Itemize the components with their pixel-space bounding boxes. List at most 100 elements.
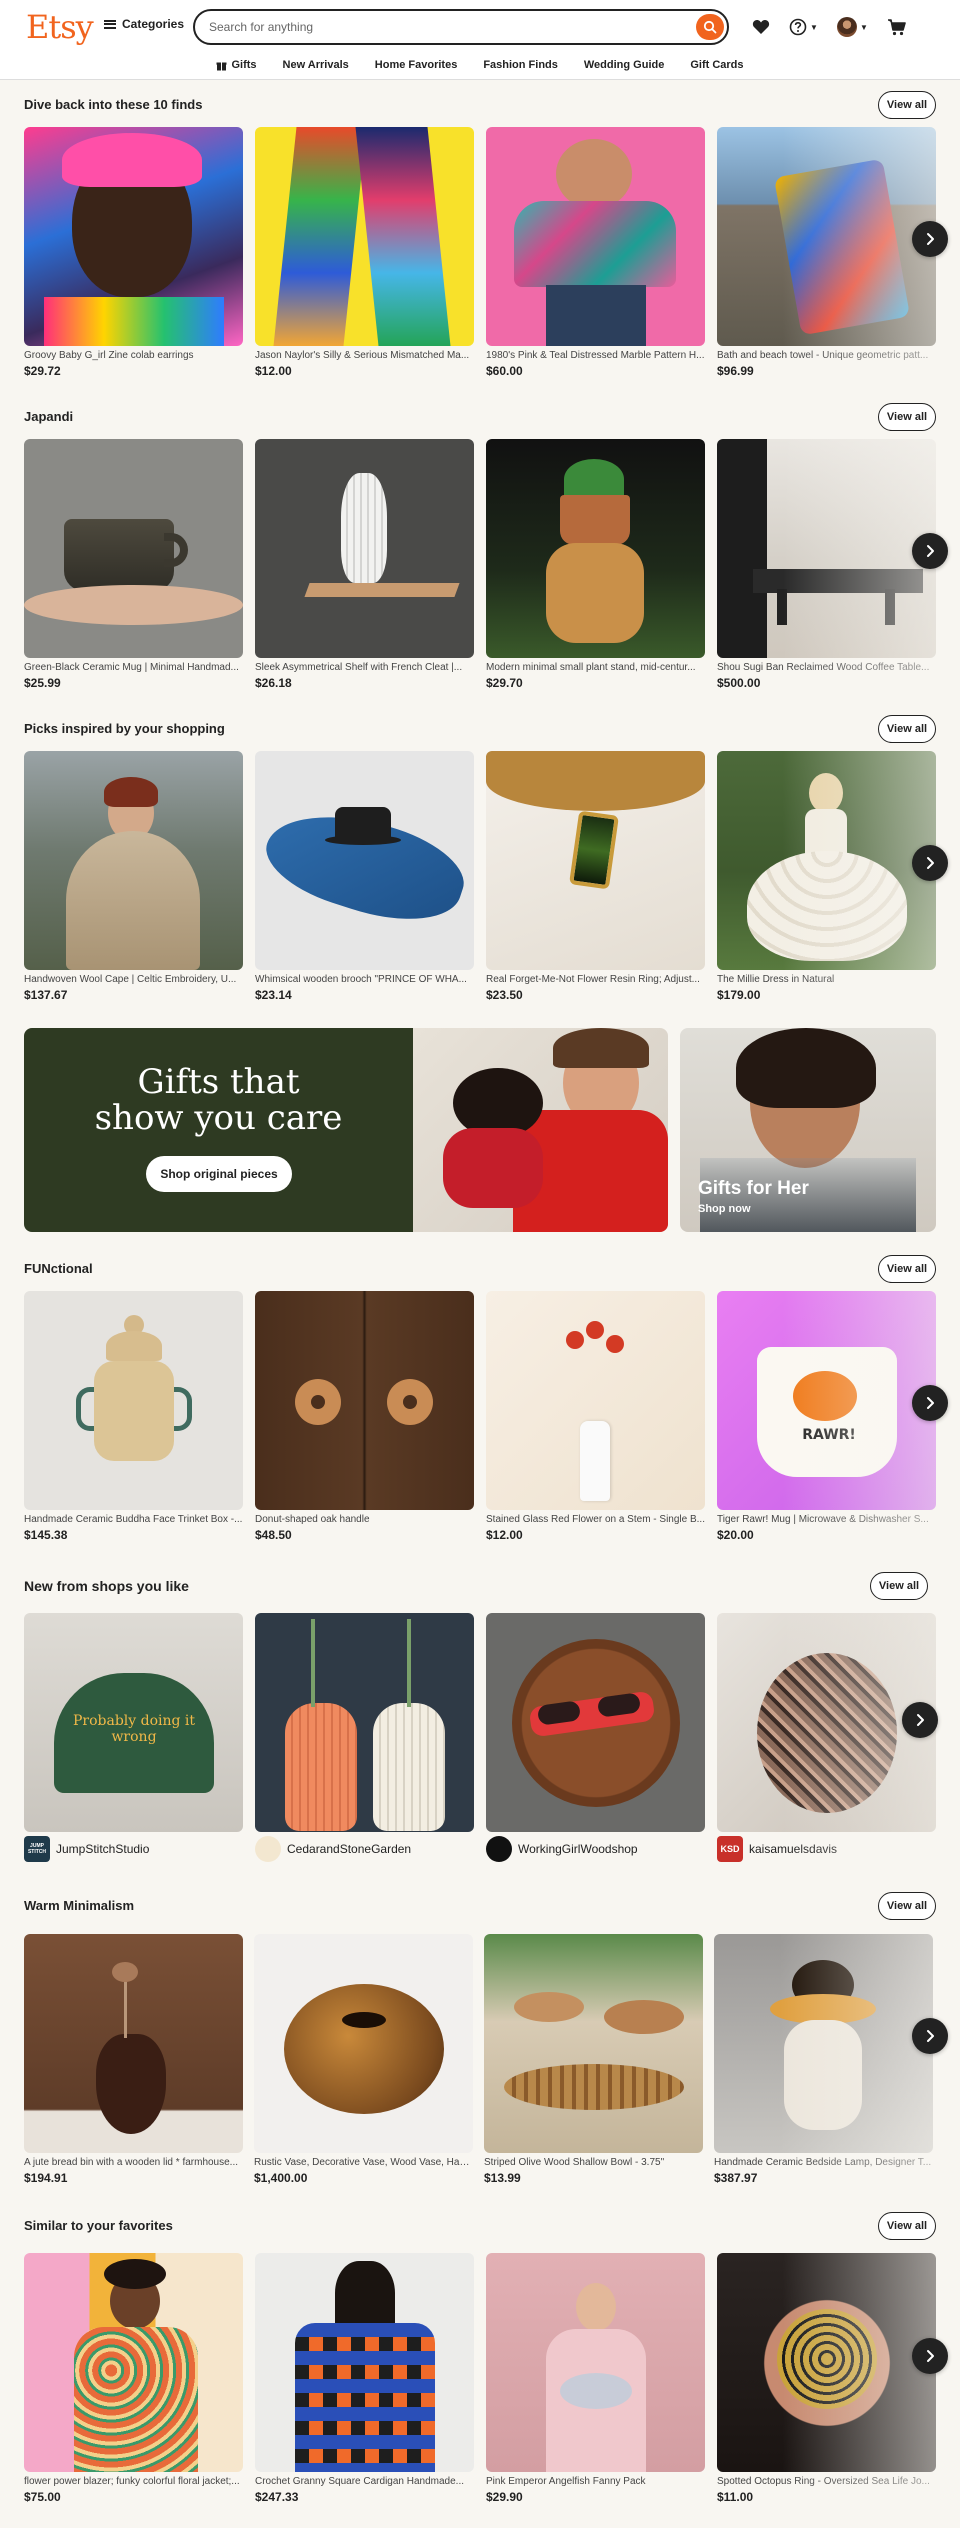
product-price: $20.00 — [717, 1528, 754, 1542]
product-image — [714, 1934, 933, 2153]
product-card[interactable]: Jason Naylor's Silly & Serious Mismatche… — [255, 127, 474, 378]
view-all-button[interactable]: View all — [878, 403, 936, 431]
shop-card[interactable]: KSD kaisamuelsdavis — [717, 1613, 936, 1862]
carousel-next-button[interactable] — [912, 1385, 948, 1421]
product-card[interactable]: The Millie Dress in Natural $179.00 — [717, 751, 936, 1002]
category-nav: Gifts New Arrivals Home Favorites Fashio… — [0, 54, 960, 76]
shop-card[interactable]: WorkingGirlWoodshop — [486, 1613, 705, 1862]
product-price: $179.00 — [717, 988, 761, 1002]
product-card[interactable]: Modern minimal small plant stand, mid-ce… — [486, 439, 705, 690]
product-card[interactable]: flower power blazer; funky colorful flor… — [24, 2253, 243, 2504]
section-title: Similar to your favorites — [24, 2218, 173, 2233]
nav-gifts-label: Gifts — [231, 59, 257, 71]
product-card[interactable]: Donut-shaped oak handle $48.50 — [255, 1291, 474, 1542]
product-price: $48.50 — [255, 1528, 292, 1542]
shop-avatar: JUMP STITCH — [24, 1836, 50, 1862]
nav-gift-cards[interactable]: Gift Cards — [690, 54, 743, 76]
section-title: FUNctional — [24, 1261, 93, 1276]
product-image — [24, 439, 243, 658]
product-card[interactable]: Handmade Ceramic Bedside Lamp, Designer … — [714, 1934, 933, 2185]
view-all-button[interactable]: View all — [870, 1572, 928, 1600]
shop-original-pieces-button[interactable]: Shop original pieces — [146, 1156, 292, 1192]
shop-card[interactable]: CedarandStoneGarden — [255, 1613, 474, 1862]
product-price: $29.90 — [486, 2490, 523, 2504]
product-image — [717, 127, 936, 346]
nav-wedding-guide[interactable]: Wedding Guide — [584, 54, 664, 76]
product-image — [24, 1934, 243, 2153]
product-card[interactable]: A jute bread bin with a wooden lid * far… — [24, 1934, 243, 2185]
product-title: Handwoven Wool Cape | Celtic Embroidery,… — [24, 974, 237, 985]
product-price: $29.72 — [24, 364, 61, 378]
product-price: $12.00 — [255, 364, 292, 378]
product-image — [254, 1934, 473, 2153]
carousel-next-button[interactable] — [912, 221, 948, 257]
search-button[interactable] — [696, 14, 724, 40]
product-image — [24, 2253, 243, 2472]
gifts-banner[interactable]: Gifts that show you care Shop original p… — [24, 1028, 668, 1232]
carousel-next-button[interactable] — [912, 2338, 948, 2374]
product-card[interactable]: Spotted Octopus Ring - Oversized Sea Lif… — [717, 2253, 936, 2504]
product-image — [486, 751, 705, 970]
product-card[interactable]: Groovy Baby G_irl Zine colab earrings $2… — [24, 127, 243, 378]
help-button[interactable]: ▼ — [789, 15, 818, 39]
carousel-next-button[interactable] — [912, 533, 948, 569]
view-all-button[interactable]: View all — [878, 1255, 936, 1283]
product-price: $23.14 — [255, 988, 292, 1002]
search-input[interactable] — [209, 18, 679, 36]
product-card[interactable]: Pink Emperor Angelfish Fanny Pack $29.90 — [486, 2253, 705, 2504]
nav-gifts[interactable]: Gifts — [216, 54, 257, 76]
product-card[interactable]: Crochet Granny Square Cardigan Handmade.… — [255, 2253, 474, 2504]
product-title: Spotted Octopus Ring - Oversized Sea Lif… — [717, 2476, 930, 2487]
chevron-right-icon — [917, 1714, 924, 1726]
nav-new-arrivals[interactable]: New Arrivals — [283, 54, 349, 76]
view-all-button[interactable]: View all — [878, 91, 936, 119]
product-price: $194.91 — [24, 2171, 68, 2185]
product-card[interactable]: Rustic Vase, Decorative Vase, Wood Vase,… — [254, 1934, 473, 2185]
nav-home-favorites[interactable]: Home Favorites — [375, 54, 458, 76]
product-card[interactable]: Handwoven Wool Cape | Celtic Embroidery,… — [24, 751, 243, 1002]
chevron-right-icon — [927, 545, 934, 557]
product-card[interactable]: Sleek Asymmetrical Shelf with French Cle… — [255, 439, 474, 690]
carousel-next-button[interactable] — [902, 1702, 938, 1738]
gifts-for-her-card[interactable]: Gifts for Her Shop now — [680, 1028, 936, 1232]
banner-image — [413, 1028, 668, 1232]
product-card[interactable]: Shou Sugi Ban Reclaimed Wood Coffee Tabl… — [717, 439, 936, 690]
shop-card[interactable]: Probably doing it wrong JUMP STITCH Jump… — [24, 1613, 243, 1862]
product-card[interactable]: Green-Black Ceramic Mug | Minimal Handma… — [24, 439, 243, 690]
view-all-button[interactable]: View all — [878, 2212, 936, 2240]
cart-button[interactable] — [887, 15, 907, 39]
categories-button[interactable]: Categories — [104, 17, 184, 31]
product-card[interactable]: 1980's Pink & Teal Distressed Marble Pat… — [486, 127, 705, 378]
carousel-next-button[interactable] — [912, 845, 948, 881]
site-header: Etsy Categories ▼ ▼ Gifts New Arrivals H… — [0, 0, 960, 80]
cart-icon — [888, 19, 906, 36]
product-image — [486, 2253, 705, 2472]
banner-panel: Gifts that show you care Shop original p… — [24, 1028, 413, 1232]
product-image — [717, 2253, 936, 2472]
view-all-button[interactable]: View all — [878, 715, 936, 743]
product-title: Striped Olive Wood Shallow Bowl - 3.75" — [484, 2157, 665, 2168]
product-title: A jute bread bin with a wooden lid * far… — [24, 2157, 239, 2168]
product-title: flower power blazer; funky colorful flor… — [24, 2476, 240, 2487]
product-card[interactable]: Handmade Ceramic Buddha Face Trinket Box… — [24, 1291, 243, 1542]
shop-avatar — [486, 1836, 512, 1862]
product-card[interactable]: Stained Glass Red Flower on a Stem - Sin… — [486, 1291, 705, 1542]
product-card[interactable]: Bath and beach towel - Unique geometric … — [717, 127, 936, 378]
account-button[interactable]: ▼ — [837, 15, 868, 39]
favorites-button[interactable] — [752, 15, 770, 39]
etsy-logo[interactable]: Etsy — [26, 8, 94, 46]
product-image — [24, 127, 243, 346]
product-card[interactable]: Striped Olive Wood Shallow Bowl - 3.75" … — [484, 1934, 703, 2185]
gifts-for-her-cta[interactable]: Shop now — [698, 1203, 751, 1215]
view-all-button[interactable]: View all — [878, 1892, 936, 1920]
shop-avatar — [255, 1836, 281, 1862]
section-title: New from shops you like — [24, 1578, 189, 1594]
product-price: $26.18 — [255, 676, 292, 690]
product-price: $12.00 — [486, 1528, 523, 1542]
product-card[interactable]: RAWR! Tiger Rawr! Mug | Microwave & Dish… — [717, 1291, 936, 1542]
carousel-next-button[interactable] — [912, 2018, 948, 2054]
product-card[interactable]: Whimsical wooden brooch "PRINCE OF WHA..… — [255, 751, 474, 1002]
nav-fashion-finds[interactable]: Fashion Finds — [483, 54, 558, 76]
product-price: $1,400.00 — [254, 2171, 308, 2185]
product-card[interactable]: Real Forget-Me-Not Flower Resin Ring; Ad… — [486, 751, 705, 1002]
